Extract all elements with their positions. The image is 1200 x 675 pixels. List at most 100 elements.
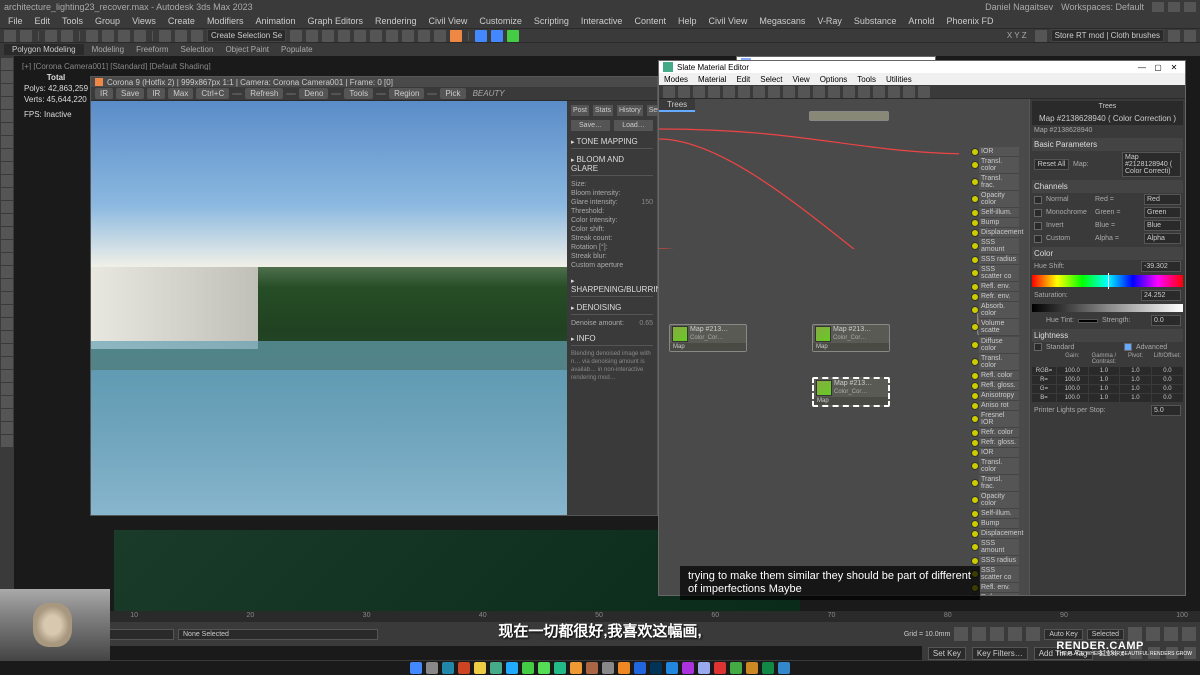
- left-tool-9[interactable]: [1, 175, 13, 187]
- prev-frame-icon[interactable]: [972, 627, 986, 641]
- slot-refl-env-[interactable]: Refl. env.: [979, 583, 1019, 593]
- gain-cell[interactable]: 100.0: [1057, 394, 1088, 402]
- saturation-input[interactable]: 24.252: [1141, 290, 1181, 301]
- align-icon[interactable]: [338, 30, 350, 42]
- vfb-btn-10[interactable]: Tools: [344, 88, 373, 99]
- left-tool-0[interactable]: [1, 58, 13, 70]
- ribbon-tab-modeling[interactable]: Modeling: [88, 45, 128, 54]
- unlink-icon[interactable]: [61, 30, 73, 42]
- setkey-button[interactable]: Set Key: [928, 647, 966, 660]
- left-tool-5[interactable]: [1, 123, 13, 135]
- taskbar-app-14[interactable]: [634, 662, 646, 674]
- taskbar-app-11[interactable]: [586, 662, 598, 674]
- menu-group[interactable]: Group: [89, 16, 126, 26]
- corona-a-icon[interactable]: [475, 30, 487, 42]
- vfb-btn-4[interactable]: Ctrl+C: [196, 88, 229, 99]
- undo-icon[interactable]: [4, 30, 16, 42]
- tool-a-icon[interactable]: [290, 30, 302, 42]
- slate-tool-8[interactable]: [783, 86, 795, 98]
- slate-menu-view[interactable]: View: [788, 75, 815, 84]
- vfb-titlebar[interactable]: Corona 9 (Hotfix 2) | 999x867px 1:1 | Ca…: [91, 77, 657, 87]
- taskbar-app-4[interactable]: [474, 662, 486, 674]
- gain-cell[interactable]: 0.0: [1152, 367, 1183, 375]
- section-color[interactable]: Color: [1032, 247, 1183, 260]
- slot-self-illum-[interactable]: Self-illum.: [979, 208, 1019, 218]
- vfb-tab-post[interactable]: Post: [571, 105, 589, 116]
- slate-tool-14[interactable]: [873, 86, 885, 98]
- slot-refl-color[interactable]: Refl. color: [979, 371, 1019, 381]
- slate-tool-5[interactable]: [738, 86, 750, 98]
- slate-menu-material[interactable]: Material: [693, 75, 731, 84]
- axis-lock-icon[interactable]: [1035, 30, 1047, 42]
- slate-menu-options[interactable]: Options: [815, 75, 853, 84]
- left-tool-12[interactable]: [1, 214, 13, 226]
- slot-anisotropy[interactable]: Anisotropy: [979, 391, 1019, 401]
- nav-d-icon[interactable]: [1182, 627, 1196, 641]
- slot-fresnel-ior[interactable]: Fresnel IOR: [979, 411, 1019, 428]
- taskbar-app-21[interactable]: [746, 662, 758, 674]
- corona-vfb-window[interactable]: Corona 9 (Hotfix 2) | 999x867px 1:1 | Ca…: [90, 76, 658, 516]
- slate-tool-6[interactable]: [753, 86, 765, 98]
- left-tool-13[interactable]: [1, 227, 13, 239]
- slate-menu-utilities[interactable]: Utilities: [881, 75, 917, 84]
- gain-cell[interactable]: 1.0: [1120, 385, 1151, 393]
- left-tool-7[interactable]: [1, 149, 13, 161]
- node-colorcorrect-3-selected[interactable]: Map #213… Color_Cor… Map: [812, 377, 890, 407]
- ribbon-tab-selection[interactable]: Selection: [177, 45, 218, 54]
- taskbar-app-18[interactable]: [698, 662, 710, 674]
- tool-b-icon[interactable]: [306, 30, 318, 42]
- play-icon[interactable]: [990, 627, 1004, 641]
- slate-tool-0[interactable]: [663, 86, 675, 98]
- menu-animation[interactable]: Animation: [249, 16, 301, 26]
- gain-cell[interactable]: 1.0: [1120, 376, 1151, 384]
- slate-menu-modes[interactable]: Modes: [659, 75, 693, 84]
- left-tool-16[interactable]: [1, 266, 13, 278]
- left-tool-18[interactable]: [1, 292, 13, 304]
- vfb-btn-3[interactable]: Max: [168, 88, 193, 99]
- vfb-param-glare_intensity[interactable]: Glare intensity:150: [571, 198, 653, 207]
- taskbar-app-2[interactable]: [442, 662, 454, 674]
- vfb-param-custom_aperture[interactable]: Custom aperture: [571, 261, 653, 270]
- slate-close[interactable]: ✕: [1167, 63, 1181, 72]
- slot-transl-color[interactable]: Transl. color: [979, 157, 1019, 174]
- gain-cell[interactable]: 1.0: [1089, 367, 1120, 375]
- hue-shift-input[interactable]: -39.302: [1141, 261, 1181, 272]
- radio-custom[interactable]: [1034, 235, 1042, 243]
- slot-opacity-color[interactable]: Opacity color: [979, 191, 1019, 208]
- map-slot[interactable]: Map #2128128940 ( Color Correcti): [1122, 152, 1181, 177]
- reset-all-button[interactable]: Reset All: [1034, 159, 1069, 170]
- menu-graph-editors[interactable]: Graph Editors: [301, 16, 369, 26]
- section-basic-params[interactable]: Basic Parameters: [1032, 138, 1183, 151]
- printer-lights-input[interactable]: 5.0: [1151, 405, 1181, 416]
- gain-cell[interactable]: 0.0: [1152, 385, 1183, 393]
- vfb-btn-12[interactable]: Region: [389, 88, 424, 99]
- gain-cell[interactable]: 100.0: [1057, 367, 1088, 375]
- slot-ior[interactable]: IOR: [979, 147, 1019, 157]
- radio-standard[interactable]: [1034, 343, 1042, 351]
- slot-sss-amount[interactable]: SSS amount: [979, 238, 1019, 255]
- menu-phoenix-fd[interactable]: Phoenix FD: [940, 16, 999, 26]
- left-tool-3[interactable]: [1, 97, 13, 109]
- gain-cell[interactable]: 1.0: [1089, 376, 1120, 384]
- vfb-tab-history[interactable]: History: [617, 105, 643, 116]
- slot-refr-env-[interactable]: Refr. env.: [979, 292, 1019, 302]
- angle-snap-icon[interactable]: [175, 30, 187, 42]
- menu-civil-view[interactable]: Civil View: [703, 16, 754, 26]
- extra-b-icon[interactable]: [1184, 30, 1196, 42]
- taskbar-app-6[interactable]: [506, 662, 518, 674]
- slot-refr-color[interactable]: Refr. color: [979, 428, 1019, 438]
- vfb-btn-13[interactable]: [427, 93, 437, 95]
- vfb-render-image[interactable]: [91, 101, 567, 515]
- user-name[interactable]: Daniel Nagaitsev: [985, 2, 1053, 12]
- slot-sss-amount[interactable]: SSS amount: [979, 539, 1019, 556]
- vfb-section-info[interactable]: INFO: [571, 332, 653, 346]
- menu-edit[interactable]: Edit: [29, 16, 57, 26]
- gain-cell[interactable]: 0.0: [1152, 394, 1183, 402]
- left-tool-8[interactable]: [1, 162, 13, 174]
- vfb-param-streak_count[interactable]: Streak count:: [571, 234, 653, 243]
- menu-customize[interactable]: Customize: [473, 16, 528, 26]
- slot-sss-radius[interactable]: SSS radius: [979, 255, 1019, 265]
- vfb-section-denoise[interactable]: DENOISING: [571, 301, 653, 315]
- select-icon[interactable]: [86, 30, 98, 42]
- taskbar-app-19[interactable]: [714, 662, 726, 674]
